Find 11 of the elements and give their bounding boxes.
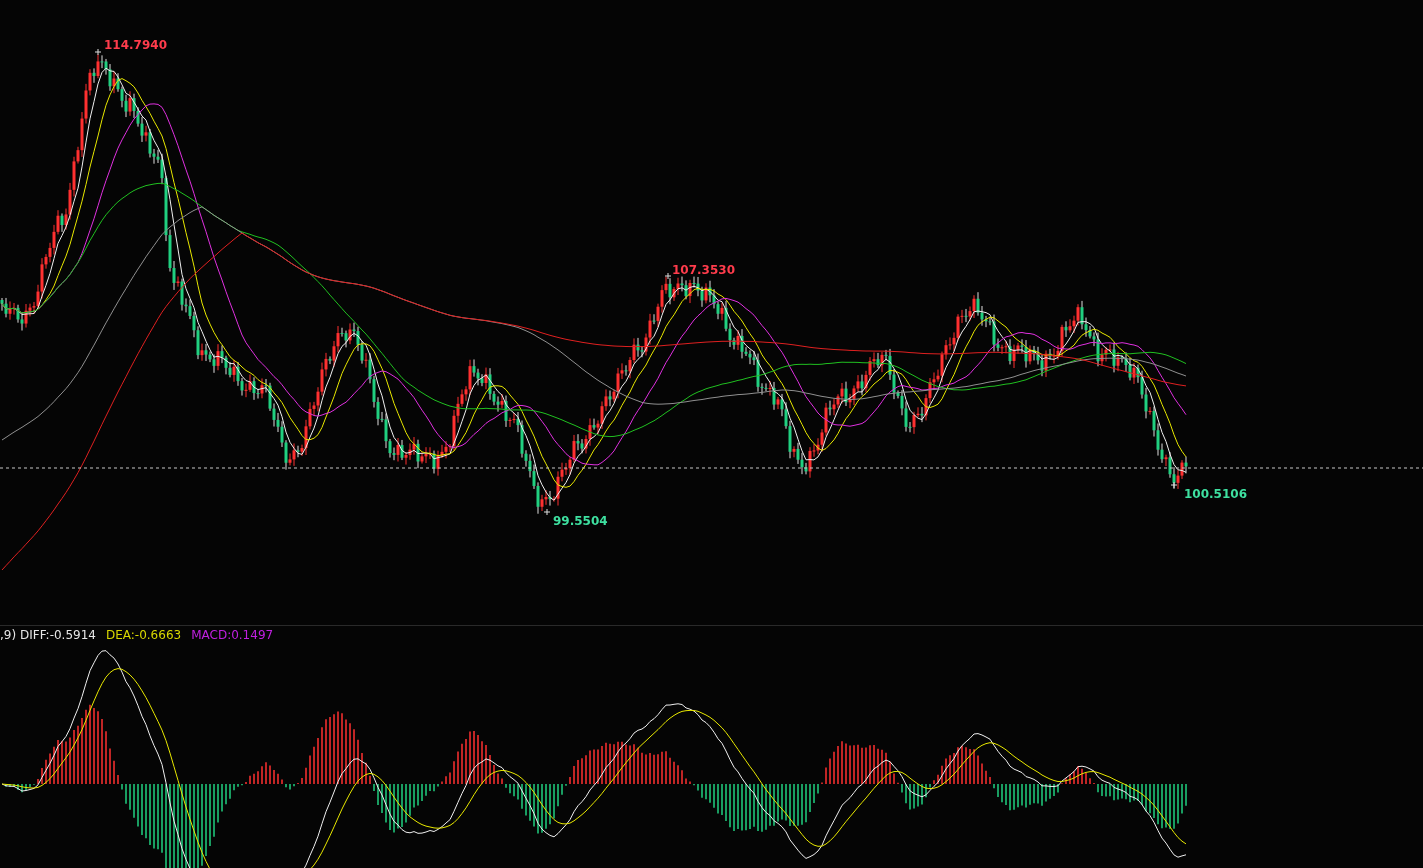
indicator-value-label: ,9) DIFF:-0.5914 <box>0 628 96 642</box>
extreme-marker-icon <box>1170 481 1178 489</box>
extreme-marker-icon <box>94 48 102 56</box>
indicator-value-label: MACD:0.1497 <box>191 628 274 642</box>
price-extreme-label: 107.3530 <box>672 263 735 277</box>
price-extreme-label: 99.5504 <box>553 514 608 528</box>
price-extreme-label: 114.7940 <box>104 38 167 52</box>
indicator-value-label: DEA:-0.6663 <box>105 628 182 642</box>
extreme-marker-icon <box>664 272 672 280</box>
price-extreme-label: 100.5106 <box>1184 487 1247 501</box>
extreme-marker-icon <box>543 508 551 516</box>
